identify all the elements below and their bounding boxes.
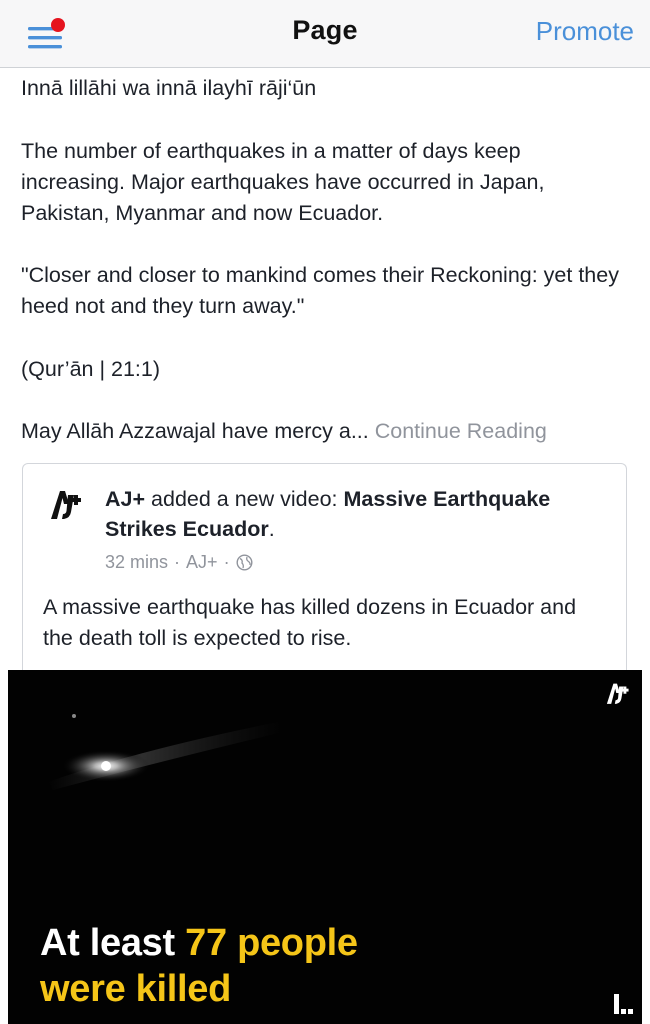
continue-reading-link[interactable]: Continue Reading [375,419,547,443]
video-caption-highlight-2: were killed [40,968,232,1010]
promote-button[interactable]: Promote [536,16,634,47]
shared-post-time[interactable]: 32 mins [105,552,168,573]
video-caption-highlight: 77 people [185,922,358,964]
meta-separator: · [223,552,230,572]
shared-post-description: A massive earthquake has killed dozens i… [43,595,577,650]
shared-post-title-suffix: . [268,517,275,541]
top-navbar: Page Promote [0,0,650,68]
stats-icon [614,994,633,1014]
post-truncated-line: May Allāh Azzawajal have mercy a... Cont… [21,416,621,447]
shared-post-card[interactable]: AJ+ added a new video: Massive Earthquak… [22,463,627,703]
shared-post-headline: AJ+ added a new video: Massive Earthquak… [105,484,605,544]
post-quote: "Closer and closer to mankind comes thei… [21,263,619,318]
post-line-1: Innā lillāhi wa innā ilayhī rāji‘ūn [21,76,317,100]
post-reference: (Qur’ān | 21:1) [21,357,161,381]
globe-icon [236,554,253,571]
aj-plus-logo-icon [606,683,629,704]
post-paragraph-earthquakes: The number of earthquakes in a matter of… [21,139,545,225]
aj-plus-logo-icon[interactable] [47,486,83,522]
meta-separator: · [174,552,181,572]
shared-post-page-name[interactable]: AJ+ [186,552,218,573]
video-player[interactable]: At least 77 people were killed [8,670,642,1024]
video-caption: At least 77 people were killed [40,920,358,1012]
post-truncated-text: May Allāh Azzawajal have mercy a... [21,419,369,443]
video-caption-text: At least [40,922,186,964]
shared-post-author[interactable]: AJ+ [105,487,145,511]
shared-post-action: added a new video: [151,487,338,511]
shared-post-meta: 32 mins · AJ+ · [105,552,253,573]
